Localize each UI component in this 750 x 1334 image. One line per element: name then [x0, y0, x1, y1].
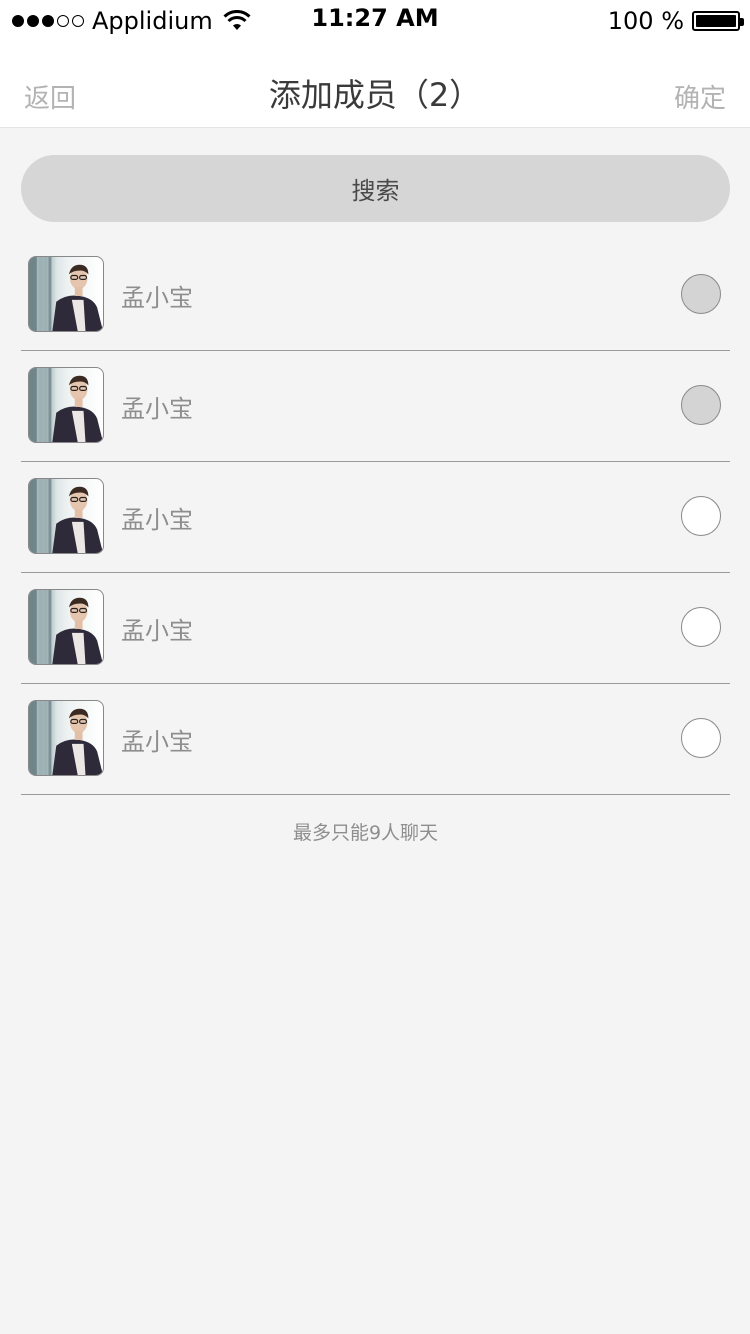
member-name: 孟小宝	[121, 728, 193, 756]
avatar	[28, 589, 104, 665]
member-row[interactable]: 孟小宝	[21, 351, 730, 462]
member-name: 孟小宝	[121, 284, 193, 312]
page-title: 添加成员（2）	[268, 76, 482, 114]
search-bar[interactable]: 搜索	[21, 155, 730, 222]
avatar	[28, 700, 104, 776]
member-row[interactable]: 孟小宝	[21, 573, 730, 684]
unselected-radio-button[interactable]	[681, 607, 721, 647]
search-label: 搜索	[351, 177, 400, 205]
member-row[interactable]: 孟小宝	[21, 684, 730, 795]
unselected-radio-button[interactable]	[681, 496, 721, 536]
avatar	[28, 256, 104, 332]
max-members-note: 最多只能9人聊天	[292, 822, 439, 844]
status-bar: Applidium 11:27 AM 100 %	[0, 0, 750, 40]
battery-icon	[692, 11, 744, 31]
member-name: 孟小宝	[121, 617, 193, 645]
member-row[interactable]: 孟小宝	[21, 240, 730, 351]
member-name: 孟小宝	[121, 506, 193, 534]
avatar	[28, 478, 104, 554]
member-row[interactable]: 孟小宝	[21, 462, 730, 573]
selected-radio-button[interactable]	[681, 385, 721, 425]
unselected-radio-button[interactable]	[681, 718, 721, 758]
confirm-button[interactable]: 确定	[674, 78, 726, 115]
member-name: 孟小宝	[121, 395, 193, 423]
member-list: 孟小宝 孟小宝 孟小宝 孟小宝 孟小宝	[21, 240, 730, 795]
navigation-bar: 返回 添加成员（2） 确定	[0, 40, 750, 128]
status-right: 100 %	[607, 6, 744, 36]
avatar	[28, 367, 104, 443]
selected-radio-button[interactable]	[681, 274, 721, 314]
battery-percent: 100 %	[607, 7, 684, 35]
